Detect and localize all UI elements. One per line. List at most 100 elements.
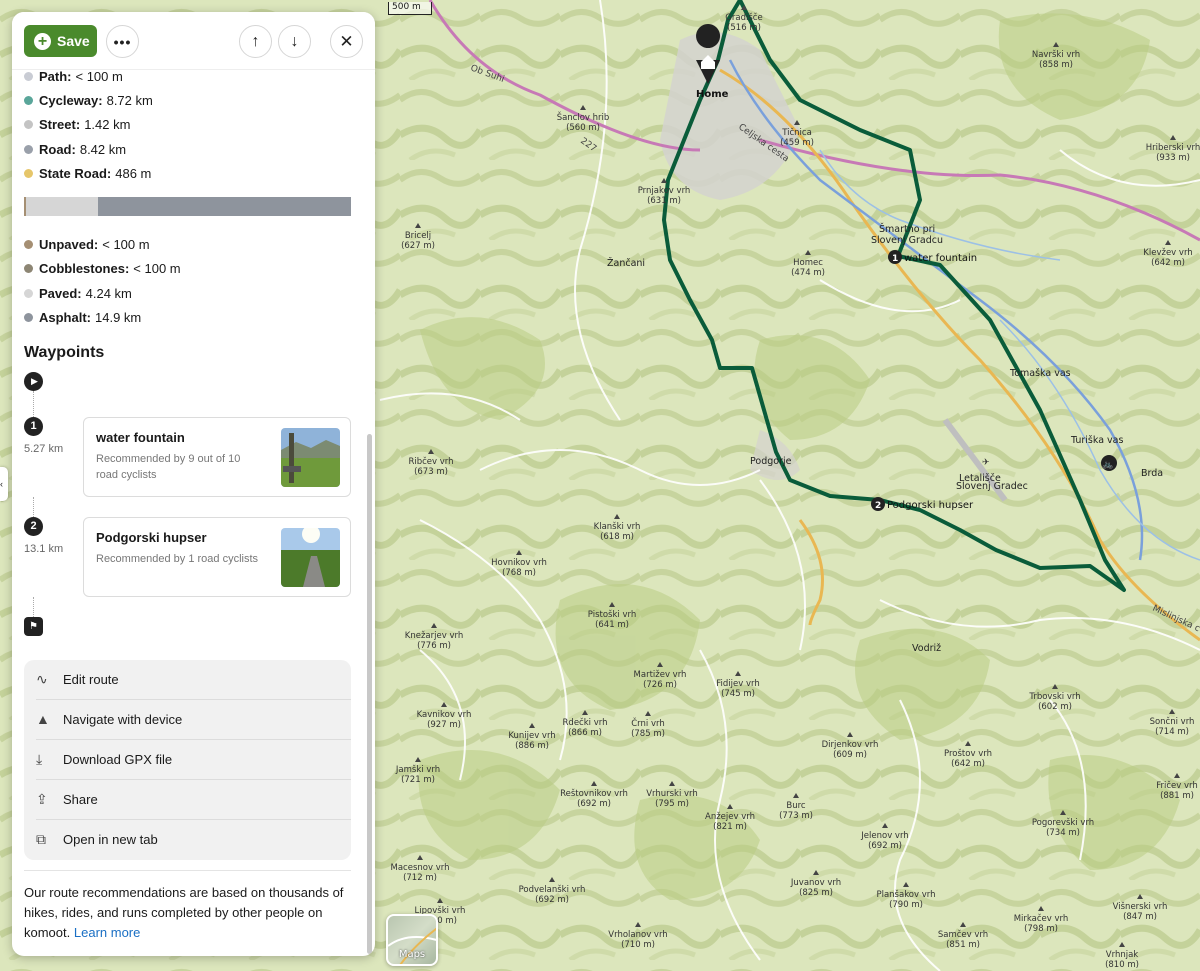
peak-name: Pogorevški vrh: [1032, 817, 1094, 828]
more-options-button[interactable]: •••: [106, 25, 139, 58]
peak-elevation: (821 m): [713, 822, 747, 832]
arrow-up-icon: ↑: [251, 32, 260, 50]
peak-name: Burc: [786, 801, 806, 811]
peak-elevation: (618 m): [600, 532, 634, 542]
peak-name: Šanclov hrib: [557, 111, 610, 123]
peak-name: Vrholanov vrh: [608, 930, 667, 940]
action-label: Edit route: [63, 671, 119, 687]
action-label: Share: [63, 791, 98, 807]
learn-more-link[interactable]: Learn more: [74, 925, 140, 940]
previous-button[interactable]: ↑: [239, 25, 272, 58]
surface-name: Asphalt:: [39, 310, 91, 326]
panel-scrollbar[interactable]: [367, 434, 372, 954]
peak-name: Dirjenkov vrh: [822, 740, 879, 750]
surface-name: Cobblestones:: [39, 261, 130, 277]
peak-name: Tičnica: [781, 127, 812, 138]
peak-elevation: (560 m): [566, 123, 600, 133]
waypoint-distance-1: 5.27 km: [24, 442, 64, 455]
action-label: Navigate with device: [63, 711, 183, 727]
svg-text:water fountain: water fountain: [904, 253, 977, 264]
peak-elevation: (627 m): [401, 241, 435, 251]
ellipsis-icon: •••: [113, 33, 132, 50]
peak-name: Knežarjev vrh: [405, 631, 463, 641]
peak-elevation: (825 m): [799, 888, 833, 898]
surface-bar-segment: [97, 197, 351, 217]
scale-bar: 500 m: [388, 2, 432, 15]
town-label: Tomaška vas: [1009, 368, 1071, 379]
peak-elevation: (734 m): [1046, 828, 1080, 838]
surface-bar-segment: [25, 197, 98, 217]
waypoint-marker-2[interactable]: 2 Podgorski hupser: [871, 497, 974, 511]
town-label: Vodriž: [912, 643, 941, 654]
surface-value: 4.24 km: [85, 285, 132, 301]
town-label: Šmartno pri: [879, 223, 935, 235]
arrow-down-icon: ↓: [290, 32, 299, 50]
action-share[interactable]: ⇪ Share: [36, 780, 351, 820]
waypoint-item-1: 1 5.27 km water fountain Recommended by …: [24, 416, 353, 497]
peak-elevation: (459 m): [780, 138, 814, 148]
town-label: Turiška vas: [1070, 435, 1123, 446]
peak-name: Macesnov vrh: [391, 863, 450, 873]
town-label: Podgorje: [750, 456, 792, 467]
route-actions: ∿ Edit route ▲ Navigate with device ⤓ Do…: [24, 659, 351, 860]
peak-name: Mirkačev vrh: [1014, 913, 1069, 924]
way-type-value: 8.72 km: [106, 92, 153, 108]
waypoint-connector: [33, 496, 34, 517]
peak-elevation: (790 m): [889, 900, 923, 910]
action-edit-route[interactable]: ∿ Edit route: [36, 660, 351, 700]
action-open-in-new-tab[interactable]: ⧉ Open in new tab: [36, 820, 351, 860]
waypoint-distance-2: 13.1 km: [24, 542, 64, 555]
peak-elevation: (673 m): [414, 467, 448, 477]
plus-icon: +: [34, 32, 51, 50]
way-type-row: Cycleway: 8.72 km: [24, 88, 353, 112]
peak-name: Samčev vrh: [938, 929, 988, 940]
airport-icon: ✈: [982, 458, 990, 468]
close-button[interactable]: ✕: [330, 25, 363, 58]
bicycle-icon: 🚲: [1102, 459, 1113, 469]
way-type-color-dot: [24, 95, 33, 105]
peak-name: Trbovski vrh: [1028, 692, 1080, 702]
town-label: Žančani: [607, 257, 645, 269]
peak-elevation: (773 m): [779, 811, 813, 821]
action-navigate-with-device[interactable]: ▲ Navigate with device: [36, 700, 351, 740]
way-type-value: 8.42 km: [79, 141, 127, 157]
close-icon: ✕: [339, 31, 354, 51]
waypoint-photo-1[interactable]: [281, 427, 340, 487]
peak-name: Jamški vrh: [395, 764, 440, 775]
next-button[interactable]: ↓: [278, 25, 311, 58]
download-icon: ⤓: [36, 750, 43, 767]
peak-name: Sončni vrh: [1150, 716, 1195, 727]
peak-name: Homec: [793, 258, 823, 268]
peak-elevation: (692 m): [535, 895, 569, 905]
peak-name: Navrški vrh: [1032, 49, 1080, 60]
way-type-name: Road:: [39, 141, 76, 157]
save-button[interactable]: + Save: [24, 25, 97, 57]
surface-row: Asphalt: 14.9 km: [24, 305, 353, 329]
surface-bar: [24, 197, 351, 217]
surface-value: < 100 m: [133, 261, 181, 277]
waypoint-card-1[interactable]: water fountain Recommended by 9 out of 1…: [83, 416, 351, 497]
collapse-panel-tab[interactable]: ‹: [0, 467, 8, 501]
peak-name: Podvelanški vrh: [519, 884, 586, 895]
peak-elevation: (642 m): [951, 759, 985, 769]
way-types-list: Path: < 100 m Cycleway: 8.72 km Street: …: [24, 64, 353, 185]
start-play-icon: ▶: [24, 371, 43, 391]
peak-name: Rdečki vrh: [563, 717, 608, 728]
map-layer-toggle[interactable]: Maps: [386, 914, 438, 966]
panel-content[interactable]: Path: < 100 m Cycleway: 8.72 km Street: …: [12, 69, 365, 956]
peak-elevation: (692 m): [868, 841, 902, 851]
action-label: Open in new tab: [63, 832, 158, 848]
action-download-gpx-file[interactable]: ⤓ Download GPX file: [36, 740, 351, 780]
peak-elevation: (714 m): [1155, 727, 1189, 737]
waypoint-photo-2[interactable]: [281, 527, 340, 587]
save-label: Save: [57, 33, 90, 49]
way-type-name: Cycleway:: [39, 92, 103, 108]
peak-name: Bricelj: [405, 231, 431, 241]
surface-color-dot: [24, 313, 33, 323]
peak-name: Juvanov vrh: [790, 878, 841, 888]
peak-elevation: (881 m): [1160, 791, 1194, 801]
way-type-name: Street:: [39, 117, 81, 133]
peak-elevation: (726 m): [643, 680, 677, 690]
waypoint-card-2[interactable]: Podgorski hupser Recommended by 1 road c…: [83, 516, 351, 597]
way-type-value: 486 m: [115, 165, 152, 181]
